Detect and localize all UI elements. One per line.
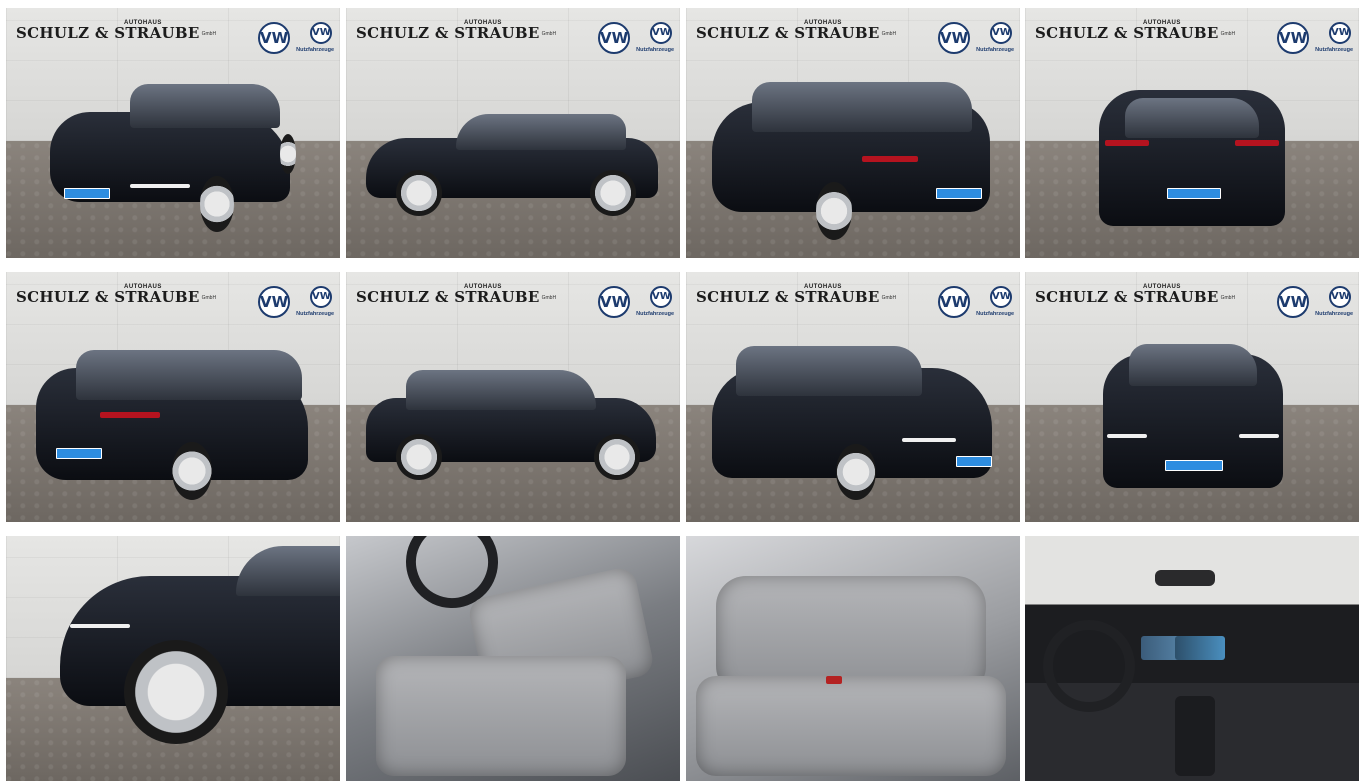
- car-image: [1099, 70, 1285, 234]
- dealer-logo: AUTOHAUS SCHULZ & STRAUBE GmbH: [16, 20, 217, 42]
- commercial-label: Nutzfahrzeuge: [976, 311, 1014, 317]
- license-plate: [56, 448, 102, 459]
- gallery-image-right-side[interactable]: AUTOHAUS SCHULZ & STRAUBE GmbH VW VW Nutz…: [346, 272, 680, 522]
- gallery-image-dashboard[interactable]: [1025, 536, 1359, 781]
- commercial-label: Nutzfahrzeuge: [296, 311, 334, 317]
- gallery-image-rear[interactable]: AUTOHAUS SCHULZ & STRAUBE GmbH VW VW Nutz…: [1025, 8, 1359, 258]
- vw-logo-icon: VW: [938, 22, 970, 54]
- vw-logo-icon: VW: [310, 286, 332, 308]
- vw-logo-icon: VW: [650, 22, 672, 44]
- seatbelt-buckle-icon: [826, 676, 842, 684]
- gallery-image-rear-seats[interactable]: [686, 536, 1020, 781]
- commercial-label: Nutzfahrzeuge: [976, 47, 1014, 53]
- vw-logo-icon: VW: [938, 286, 970, 318]
- dealer-logo: AUTOHAUS SCHULZ & STRAUBE GmbH: [356, 284, 557, 306]
- vw-logo-icon: VW: [650, 286, 672, 308]
- car-image: [366, 362, 658, 486]
- steering-wheel-icon: [1043, 620, 1135, 712]
- car-image: [366, 104, 661, 224]
- vw-logo-icon: VW: [258, 286, 290, 318]
- commercial-label: Nutzfahrzeuge: [636, 47, 674, 53]
- gallery-image-driver-seat[interactable]: [346, 536, 680, 781]
- vw-logo-icon: VW: [258, 22, 290, 54]
- seat-cushion: [376, 656, 626, 776]
- car-image: [712, 72, 994, 242]
- license-plate: [956, 456, 992, 467]
- seat-cushion: [696, 676, 1006, 776]
- vw-logo-icon: VW: [310, 22, 332, 44]
- dealer-logo: AUTOHAUS SCHULZ & STRAUBE GmbH: [356, 20, 557, 42]
- gallery-image-front[interactable]: AUTOHAUS SCHULZ & STRAUBE GmbH VW VW Nutz…: [1025, 272, 1359, 522]
- gallery-image-front-left[interactable]: AUTOHAUS SCHULZ & STRAUBE GmbH VW VW Nutz…: [6, 8, 340, 258]
- dealer-logo: AUTOHAUS SCHULZ & STRAUBE GmbH: [1035, 284, 1236, 306]
- gallery-image-rear-left-2[interactable]: AUTOHAUS SCHULZ & STRAUBE GmbH VW VW Nutz…: [6, 272, 340, 522]
- dealer-logo: AUTOHAUS SCHULZ & STRAUBE GmbH: [16, 284, 217, 306]
- car-image: [50, 72, 300, 242]
- infotainment-screen: [1175, 636, 1225, 660]
- image-gallery: AUTOHAUS SCHULZ & STRAUBE GmbH VW VW Nutz…: [0, 0, 1365, 781]
- license-plate: [936, 188, 982, 199]
- gear-shifter-icon: [1175, 696, 1215, 776]
- vw-logo-icon: VW: [598, 22, 630, 54]
- car-image: [1103, 334, 1283, 494]
- dealer-logo: AUTOHAUS SCHULZ & STRAUBE GmbH: [1035, 20, 1236, 42]
- vw-logo-icon: VW: [1329, 286, 1351, 308]
- commercial-label: Nutzfahrzeuge: [636, 311, 674, 317]
- dealer-logo: AUTOHAUS SCHULZ & STRAUBE GmbH: [696, 20, 897, 42]
- vw-logo-icon: VW: [598, 286, 630, 318]
- license-plate: [1167, 188, 1221, 199]
- dealer-logo: AUTOHAUS SCHULZ & STRAUBE GmbH: [696, 284, 897, 306]
- vw-logo-icon: VW: [990, 286, 1012, 308]
- car-image: [36, 338, 310, 508]
- car-image: [712, 338, 994, 504]
- vw-logo-icon: VW: [1329, 22, 1351, 44]
- license-plate: [64, 188, 110, 199]
- gallery-image-front-wheel-detail[interactable]: [6, 536, 340, 781]
- vw-logo-icon: VW: [1277, 22, 1309, 54]
- gallery-image-left-side[interactable]: AUTOHAUS SCHULZ & STRAUBE GmbH VW VW Nutz…: [346, 8, 680, 258]
- commercial-label: Nutzfahrzeuge: [1315, 47, 1353, 53]
- rearview-mirror-icon: [1155, 570, 1215, 586]
- car-image: [6, 536, 340, 781]
- commercial-label: Nutzfahrzeuge: [296, 47, 334, 53]
- vw-logo-icon: VW: [990, 22, 1012, 44]
- gallery-image-front-right[interactable]: AUTOHAUS SCHULZ & STRAUBE GmbH VW VW Nutz…: [686, 272, 1020, 522]
- vw-logo-icon: VW: [1277, 286, 1309, 318]
- gallery-image-rear-left[interactable]: AUTOHAUS SCHULZ & STRAUBE GmbH VW VW Nutz…: [686, 8, 1020, 258]
- license-plate: [1165, 460, 1223, 471]
- commercial-label: Nutzfahrzeuge: [1315, 311, 1353, 317]
